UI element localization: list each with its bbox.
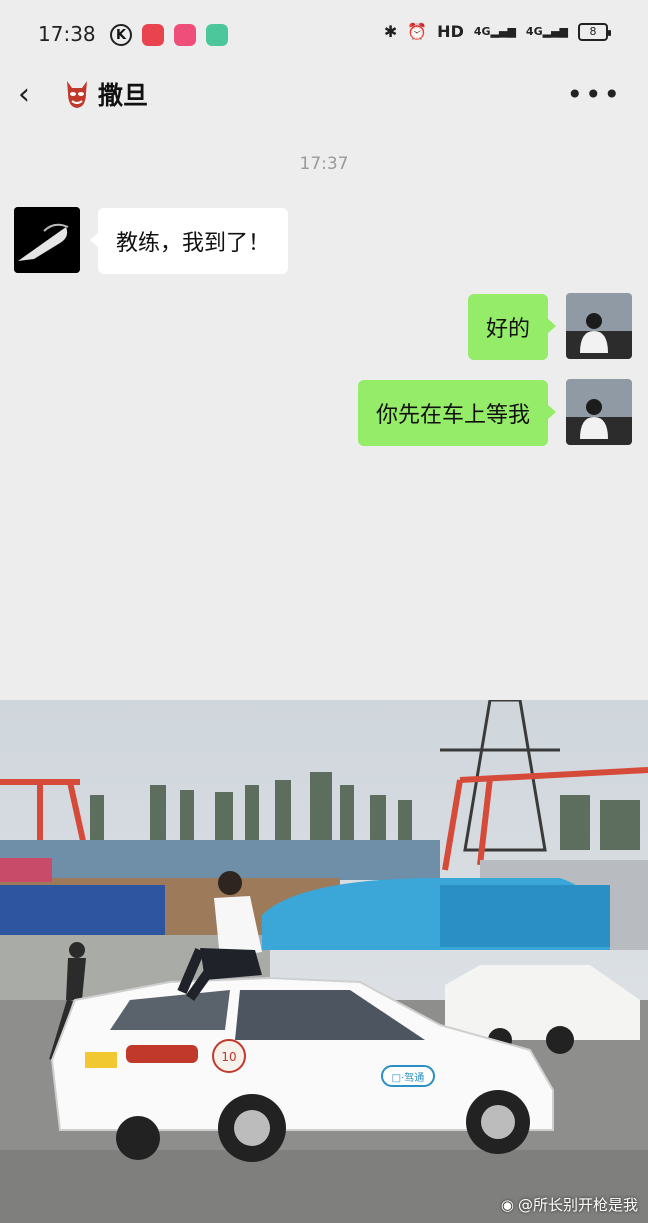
k-app-icon: K: [110, 24, 132, 46]
weibo-icon: ◉: [500, 1195, 514, 1214]
attached-photo: 10 □·驾通 ◉ @所长别开枪是我: [0, 700, 648, 1223]
more-options-icon[interactable]: •••: [566, 78, 622, 111]
chat-header: ‹ 撒旦 •••: [0, 68, 648, 124]
hd-label: HD: [437, 22, 464, 41]
battery-icon: 8: [578, 22, 611, 41]
contact-name[interactable]: 撒旦: [98, 76, 148, 112]
watermark-text: @所长别开枪是我: [517, 1196, 638, 1214]
status-time: 17:38: [38, 22, 96, 46]
play-app-icon: [174, 24, 196, 46]
status-bar: 17:38 K ✱ ⏰ HD 4G▂▄▆ 4G▂▄▆ 8: [0, 0, 648, 70]
message-text: 教练，我到了！: [116, 231, 271, 256]
message-bubble-outgoing[interactable]: 好的: [467, 294, 557, 360]
car-door-sign: □·驾通: [392, 1072, 425, 1084]
message-bubble-incoming[interactable]: 教练，我到了！: [89, 208, 289, 274]
signal-icon-1: 4G▂▄▆: [473, 25, 516, 38]
signal-icon-2: 4G▂▄▆: [525, 25, 568, 38]
message-text: 你先在车上等我: [375, 403, 530, 428]
alarm-icon: ⏰: [407, 22, 428, 41]
watermark: ◉ @所长别开枪是我: [501, 1194, 638, 1215]
contact-avatar[interactable]: [14, 207, 80, 273]
phone-app-icon: [206, 24, 228, 46]
my-avatar[interactable]: [566, 293, 632, 359]
my-avatar[interactable]: [566, 379, 632, 445]
message-timestamp: 17:37: [299, 154, 349, 174]
message-text: 好的: [485, 317, 530, 342]
message-bubble-outgoing[interactable]: 你先在车上等我: [357, 380, 557, 446]
bluetooth-icon: ✱: [383, 22, 398, 41]
photo-scene: 10 □·驾通: [0, 700, 648, 1223]
car-number-label: 10: [221, 1050, 236, 1064]
red-app-icon: [142, 24, 164, 46]
devil-mask-icon: [67, 81, 87, 108]
back-chevron-icon[interactable]: ‹: [18, 80, 30, 110]
